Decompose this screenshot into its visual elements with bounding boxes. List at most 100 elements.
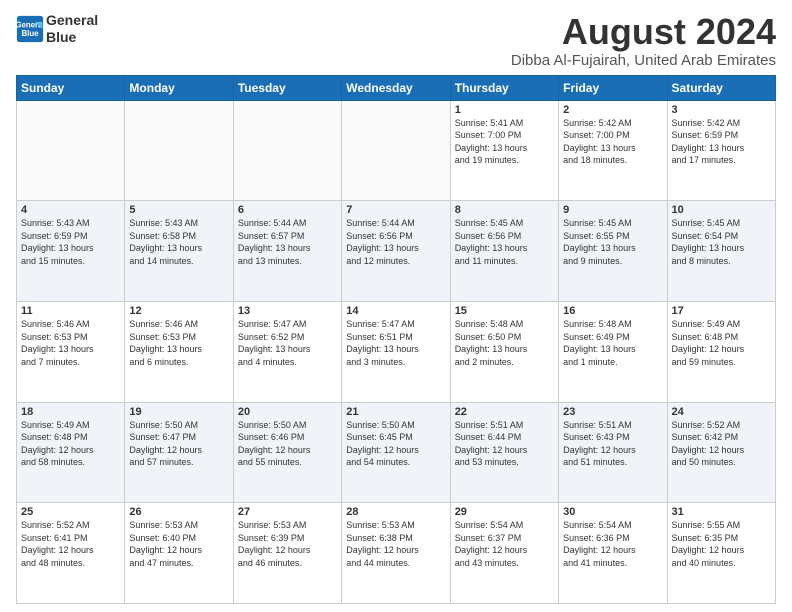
day-number: 4 — [21, 204, 120, 216]
day-info: Sunrise: 5:52 AM Sunset: 6:41 PM Dayligh… — [21, 519, 120, 569]
table-row: 20Sunrise: 5:50 AM Sunset: 6:46 PM Dayli… — [233, 402, 341, 503]
day-info: Sunrise: 5:54 AM Sunset: 6:36 PM Dayligh… — [563, 519, 662, 569]
logo-icon: General Blue — [16, 15, 44, 43]
day-number: 22 — [455, 406, 554, 418]
table-row — [342, 100, 450, 201]
col-friday: Friday — [559, 75, 667, 100]
day-info: Sunrise: 5:42 AM Sunset: 6:59 PM Dayligh… — [672, 117, 771, 167]
day-number: 1 — [455, 104, 554, 116]
table-row: 11Sunrise: 5:46 AM Sunset: 6:53 PM Dayli… — [17, 301, 125, 402]
col-wednesday: Wednesday — [342, 75, 450, 100]
table-row: 30Sunrise: 5:54 AM Sunset: 6:36 PM Dayli… — [559, 503, 667, 604]
table-row: 13Sunrise: 5:47 AM Sunset: 6:52 PM Dayli… — [233, 301, 341, 402]
day-info: Sunrise: 5:49 AM Sunset: 6:48 PM Dayligh… — [672, 318, 771, 368]
day-number: 29 — [455, 506, 554, 518]
day-number: 2 — [563, 104, 662, 116]
day-info: Sunrise: 5:50 AM Sunset: 6:45 PM Dayligh… — [346, 419, 445, 469]
day-number: 24 — [672, 406, 771, 418]
table-row: 28Sunrise: 5:53 AM Sunset: 6:38 PM Dayli… — [342, 503, 450, 604]
table-row: 21Sunrise: 5:50 AM Sunset: 6:45 PM Dayli… — [342, 402, 450, 503]
col-monday: Monday — [125, 75, 233, 100]
page: General Blue General Blue August 2024 Di… — [0, 0, 792, 612]
table-row: 26Sunrise: 5:53 AM Sunset: 6:40 PM Dayli… — [125, 503, 233, 604]
day-info: Sunrise: 5:41 AM Sunset: 7:00 PM Dayligh… — [455, 117, 554, 167]
day-info: Sunrise: 5:45 AM Sunset: 6:54 PM Dayligh… — [672, 217, 771, 267]
day-info: Sunrise: 5:51 AM Sunset: 6:43 PM Dayligh… — [563, 419, 662, 469]
day-info: Sunrise: 5:53 AM Sunset: 6:38 PM Dayligh… — [346, 519, 445, 569]
day-info: Sunrise: 5:49 AM Sunset: 6:48 PM Dayligh… — [21, 419, 120, 469]
day-number: 23 — [563, 406, 662, 418]
calendar-week-row: 25Sunrise: 5:52 AM Sunset: 6:41 PM Dayli… — [17, 503, 776, 604]
table-row: 2Sunrise: 5:42 AM Sunset: 7:00 PM Daylig… — [559, 100, 667, 201]
table-row: 8Sunrise: 5:45 AM Sunset: 6:56 PM Daylig… — [450, 201, 558, 302]
day-number: 18 — [21, 406, 120, 418]
day-info: Sunrise: 5:48 AM Sunset: 6:49 PM Dayligh… — [563, 318, 662, 368]
day-info: Sunrise: 5:42 AM Sunset: 7:00 PM Dayligh… — [563, 117, 662, 167]
day-number: 11 — [21, 305, 120, 317]
logo-line1: General — [46, 12, 98, 29]
calendar-header-row: Sunday Monday Tuesday Wednesday Thursday… — [17, 75, 776, 100]
col-thursday: Thursday — [450, 75, 558, 100]
day-info: Sunrise: 5:50 AM Sunset: 6:46 PM Dayligh… — [238, 419, 337, 469]
day-number: 21 — [346, 406, 445, 418]
calendar-week-row: 18Sunrise: 5:49 AM Sunset: 6:48 PM Dayli… — [17, 402, 776, 503]
title-section: August 2024 Dibba Al-Fujairah, United Ar… — [511, 12, 776, 69]
day-number: 16 — [563, 305, 662, 317]
day-info: Sunrise: 5:52 AM Sunset: 6:42 PM Dayligh… — [672, 419, 771, 469]
logo-text: General Blue — [46, 12, 98, 46]
day-info: Sunrise: 5:46 AM Sunset: 6:53 PM Dayligh… — [21, 318, 120, 368]
day-number: 9 — [563, 204, 662, 216]
day-number: 5 — [129, 204, 228, 216]
svg-text:Blue: Blue — [21, 29, 39, 38]
calendar-week-row: 4Sunrise: 5:43 AM Sunset: 6:59 PM Daylig… — [17, 201, 776, 302]
day-info: Sunrise: 5:50 AM Sunset: 6:47 PM Dayligh… — [129, 419, 228, 469]
day-number: 30 — [563, 506, 662, 518]
table-row — [125, 100, 233, 201]
day-number: 13 — [238, 305, 337, 317]
day-number: 10 — [672, 204, 771, 216]
calendar-table: Sunday Monday Tuesday Wednesday Thursday… — [16, 75, 776, 604]
table-row: 27Sunrise: 5:53 AM Sunset: 6:39 PM Dayli… — [233, 503, 341, 604]
table-row: 18Sunrise: 5:49 AM Sunset: 6:48 PM Dayli… — [17, 402, 125, 503]
day-info: Sunrise: 5:43 AM Sunset: 6:59 PM Dayligh… — [21, 217, 120, 267]
day-number: 15 — [455, 305, 554, 317]
table-row: 3Sunrise: 5:42 AM Sunset: 6:59 PM Daylig… — [667, 100, 775, 201]
table-row: 14Sunrise: 5:47 AM Sunset: 6:51 PM Dayli… — [342, 301, 450, 402]
day-number: 6 — [238, 204, 337, 216]
table-row: 16Sunrise: 5:48 AM Sunset: 6:49 PM Dayli… — [559, 301, 667, 402]
day-info: Sunrise: 5:43 AM Sunset: 6:58 PM Dayligh… — [129, 217, 228, 267]
day-info: Sunrise: 5:55 AM Sunset: 6:35 PM Dayligh… — [672, 519, 771, 569]
day-info: Sunrise: 5:44 AM Sunset: 6:57 PM Dayligh… — [238, 217, 337, 267]
table-row: 1Sunrise: 5:41 AM Sunset: 7:00 PM Daylig… — [450, 100, 558, 201]
day-info: Sunrise: 5:48 AM Sunset: 6:50 PM Dayligh… — [455, 318, 554, 368]
logo-line2: Blue — [46, 29, 98, 46]
table-row — [233, 100, 341, 201]
day-number: 31 — [672, 506, 771, 518]
day-number: 3 — [672, 104, 771, 116]
day-info: Sunrise: 5:53 AM Sunset: 6:40 PM Dayligh… — [129, 519, 228, 569]
location-title: Dibba Al-Fujairah, United Arab Emirates — [511, 52, 776, 69]
header: General Blue General Blue August 2024 Di… — [16, 12, 776, 69]
calendar-week-row: 11Sunrise: 5:46 AM Sunset: 6:53 PM Dayli… — [17, 301, 776, 402]
table-row: 17Sunrise: 5:49 AM Sunset: 6:48 PM Dayli… — [667, 301, 775, 402]
day-info: Sunrise: 5:44 AM Sunset: 6:56 PM Dayligh… — [346, 217, 445, 267]
table-row: 9Sunrise: 5:45 AM Sunset: 6:55 PM Daylig… — [559, 201, 667, 302]
day-number: 27 — [238, 506, 337, 518]
day-info: Sunrise: 5:45 AM Sunset: 6:55 PM Dayligh… — [563, 217, 662, 267]
day-info: Sunrise: 5:54 AM Sunset: 6:37 PM Dayligh… — [455, 519, 554, 569]
calendar-week-row: 1Sunrise: 5:41 AM Sunset: 7:00 PM Daylig… — [17, 100, 776, 201]
table-row: 7Sunrise: 5:44 AM Sunset: 6:56 PM Daylig… — [342, 201, 450, 302]
day-number: 26 — [129, 506, 228, 518]
table-row: 15Sunrise: 5:48 AM Sunset: 6:50 PM Dayli… — [450, 301, 558, 402]
day-info: Sunrise: 5:47 AM Sunset: 6:52 PM Dayligh… — [238, 318, 337, 368]
table-row: 23Sunrise: 5:51 AM Sunset: 6:43 PM Dayli… — [559, 402, 667, 503]
table-row: 6Sunrise: 5:44 AM Sunset: 6:57 PM Daylig… — [233, 201, 341, 302]
month-title: August 2024 — [511, 12, 776, 52]
table-row: 5Sunrise: 5:43 AM Sunset: 6:58 PM Daylig… — [125, 201, 233, 302]
day-number: 19 — [129, 406, 228, 418]
table-row: 22Sunrise: 5:51 AM Sunset: 6:44 PM Dayli… — [450, 402, 558, 503]
col-sunday: Sunday — [17, 75, 125, 100]
table-row: 29Sunrise: 5:54 AM Sunset: 6:37 PM Dayli… — [450, 503, 558, 604]
table-row: 19Sunrise: 5:50 AM Sunset: 6:47 PM Dayli… — [125, 402, 233, 503]
table-row: 31Sunrise: 5:55 AM Sunset: 6:35 PM Dayli… — [667, 503, 775, 604]
